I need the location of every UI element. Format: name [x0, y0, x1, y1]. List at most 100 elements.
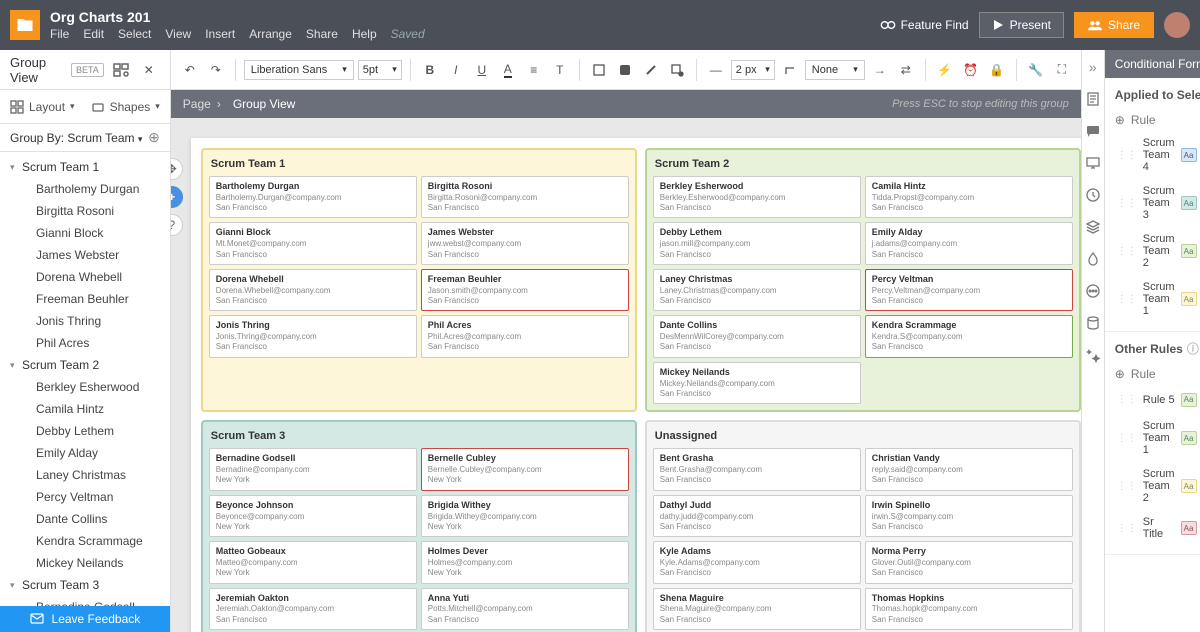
tree-item[interactable]: Dante Collins: [0, 508, 170, 530]
person-card[interactable]: Laney ChristmasLaney.Christmas@company.c…: [653, 269, 861, 311]
dock-history-icon[interactable]: [1082, 184, 1104, 206]
close-view-icon[interactable]: ✕: [138, 59, 160, 81]
rule-row[interactable]: ⋮⋮Scrum Team 1AaAa↓⋮: [1115, 275, 1200, 323]
dock-chat-icon[interactable]: [1082, 120, 1104, 142]
border-icon[interactable]: [614, 59, 636, 81]
add-rule-button[interactable]: ⊕Rule: [1115, 109, 1200, 131]
underline-icon[interactable]: U: [471, 59, 493, 81]
dock-data-icon[interactable]: [1082, 312, 1104, 334]
rule-row[interactable]: ⋮⋮Rule 5AaAa↓⋮: [1115, 385, 1200, 414]
notify-icon[interactable]: ⏰: [960, 59, 982, 81]
add-group-icon[interactable]: ⊕: [148, 129, 160, 146]
canvas-group[interactable]: UnassignedBent GrashaBent.Grasha@company…: [645, 420, 1081, 632]
person-card[interactable]: Thomas HopkinsThomas.hopk@company.comSan…: [865, 588, 1073, 630]
align-icon[interactable]: ≡: [523, 59, 545, 81]
person-card[interactable]: Matteo GobeauxMatteo@company.comNew York: [209, 541, 417, 583]
drag-handle-icon[interactable]: ⋮⋮: [1117, 150, 1137, 161]
person-card[interactable]: Bernelle CubleyBernelle.Cubley@company.c…: [421, 448, 629, 490]
font-size-select[interactable]: 5pt▾: [358, 60, 402, 80]
person-card[interactable]: Holmes DeverHolmes@company.comNew York: [421, 541, 629, 583]
tree-item[interactable]: Percy Veltman: [0, 486, 170, 508]
tree-item[interactable]: Berkley Esherwood: [0, 376, 170, 398]
drag-handle-icon[interactable]: ⋮⋮: [1117, 394, 1137, 405]
rule-row[interactable]: ⋮⋮Sr TitleAaAa↓⋮: [1115, 510, 1200, 546]
lock-icon[interactable]: 🔒: [986, 59, 1008, 81]
person-card[interactable]: Anna YutiPotts.Mitchell@company.comSan F…: [421, 588, 629, 630]
group-by-value[interactable]: Scrum Team: [67, 131, 134, 145]
tree-item[interactable]: Bernadine Godsell: [0, 596, 170, 606]
dock-style-icon[interactable]: [1082, 248, 1104, 270]
drag-handle-icon[interactable]: ⋮⋮: [1117, 481, 1137, 492]
wrench-icon[interactable]: 🔧: [1025, 59, 1047, 81]
rule-row[interactable]: ⋮⋮Scrum Team 2AaAa↓⋮: [1115, 227, 1200, 275]
tree-item[interactable]: Jonis Thring: [0, 310, 170, 332]
rule-row[interactable]: ⋮⋮Scrum Team 2AaAa↓⋮: [1115, 462, 1200, 510]
tree-item[interactable]: Debby Lethem: [0, 420, 170, 442]
tree-item[interactable]: James Webster: [0, 244, 170, 266]
dock-doc-icon[interactable]: [1082, 88, 1104, 110]
feature-find-button[interactable]: Feature Find: [880, 18, 969, 32]
shape-options-icon[interactable]: [666, 59, 688, 81]
person-card[interactable]: Kendra ScrammageKendra.S@company.comSan …: [865, 315, 1073, 357]
tree-group[interactable]: Scrum Team 2: [0, 354, 170, 376]
tree-item[interactable]: Mickey Neilands: [0, 552, 170, 574]
layout-dropdown[interactable]: Layout ▾: [10, 100, 75, 114]
person-card[interactable]: Shena MaguireShena.Maguire@company.comSa…: [653, 588, 861, 630]
view-settings-icon[interactable]: [110, 59, 132, 81]
canvas-group[interactable]: Scrum Team 3Bernadine GodsellBernadine@c…: [201, 420, 637, 632]
line-width-select[interactable]: 2 px▾: [731, 60, 775, 80]
tree-item[interactable]: Gianni Block: [0, 222, 170, 244]
shapes-dropdown[interactable]: Shapes ▾: [91, 100, 160, 114]
share-button[interactable]: Share: [1074, 12, 1154, 38]
undo-icon[interactable]: ↶: [179, 59, 201, 81]
menu-arrange[interactable]: Arrange: [249, 27, 292, 41]
doc-title[interactable]: Org Charts 201: [50, 9, 425, 25]
person-card[interactable]: Birgitta RosoniBirgitta.Rosoni@company.c…: [421, 176, 629, 218]
tree-group[interactable]: Scrum Team 3: [0, 574, 170, 596]
person-card[interactable]: Mickey NeilandsMickey.Neilands@company.c…: [653, 362, 861, 404]
person-card[interactable]: Bent GrashaBent.Grasha@company.comSan Fr…: [653, 448, 861, 490]
redo-icon[interactable]: ↷: [205, 59, 227, 81]
person-card[interactable]: Jonis ThringJonis.Thring@company.comSan …: [209, 315, 417, 357]
person-card[interactable]: Debby Lethemjason.mill@company.comSan Fr…: [653, 222, 861, 264]
menu-select[interactable]: Select: [118, 27, 151, 41]
canvas[interactable]: ✥ + ? Scrum Team 1Bartholemy DurganBarth…: [171, 118, 1081, 632]
add-card-icon[interactable]: +: [171, 186, 183, 208]
text-options-icon[interactable]: T: [549, 59, 571, 81]
person-card[interactable]: Norma PerryGlover.Outil@company.comSan F…: [865, 541, 1073, 583]
line-color-icon[interactable]: [640, 59, 662, 81]
breadcrumb-page[interactable]: Page: [183, 97, 211, 111]
tree-group[interactable]: Scrum Team 1: [0, 156, 170, 178]
person-card[interactable]: Percy VeltmanPercy.Veltman@company.comSa…: [865, 269, 1073, 311]
menu-help[interactable]: Help: [352, 27, 377, 41]
person-card[interactable]: Gianni BlockMt.Monet@company.comSan Fran…: [209, 222, 417, 264]
flash-icon[interactable]: ⚡: [934, 59, 956, 81]
person-card[interactable]: Dathyl Judddathy.judd@company.comSan Fra…: [653, 495, 861, 537]
line-path-icon[interactable]: [779, 59, 801, 81]
leave-feedback-button[interactable]: Leave Feedback: [0, 606, 170, 632]
tree-item[interactable]: Kendra Scrammage: [0, 530, 170, 552]
dock-magic-icon[interactable]: [1082, 344, 1104, 366]
rule-row[interactable]: ⋮⋮Scrum Team 1AaAa↓⋮: [1115, 414, 1200, 462]
person-card[interactable]: Kyle AdamsKyle.Adams@company.comSan Fran…: [653, 541, 861, 583]
text-color-icon[interactable]: A: [497, 59, 519, 81]
dock-present-icon[interactable]: [1082, 152, 1104, 174]
info-icon[interactable]: ⓘ: [1187, 340, 1199, 357]
arrow-end-icon[interactable]: →: [869, 59, 891, 81]
tree-item[interactable]: Birgitta Rosoni: [0, 200, 170, 222]
font-select[interactable]: Liberation Sans▾: [244, 60, 354, 80]
person-card[interactable]: Irwin Spinelloirwin.S@company.comSan Fra…: [865, 495, 1073, 537]
user-avatar[interactable]: [1164, 12, 1190, 38]
italic-icon[interactable]: I: [445, 59, 467, 81]
person-card[interactable]: Emily Aldayj.adams@company.comSan Franci…: [865, 222, 1073, 264]
swap-ends-icon[interactable]: ⇄: [895, 59, 917, 81]
tree-item[interactable]: Emily Alday: [0, 442, 170, 464]
rule-row[interactable]: ⋮⋮Scrum Team 3AaAa↓⋮: [1115, 179, 1200, 227]
help-icon[interactable]: ?: [171, 214, 183, 236]
add-other-rule-button[interactable]: ⊕Rule: [1115, 363, 1200, 385]
drag-handle-icon[interactable]: ⋮⋮: [1117, 523, 1137, 534]
menu-share[interactable]: Share: [306, 27, 338, 41]
canvas-group[interactable]: Scrum Team 2Berkley EsherwoodBerkley.Esh…: [645, 148, 1081, 412]
person-card[interactable]: Dorena WhebellDorena.Whebell@company.com…: [209, 269, 417, 311]
present-button[interactable]: Present: [979, 12, 1064, 38]
